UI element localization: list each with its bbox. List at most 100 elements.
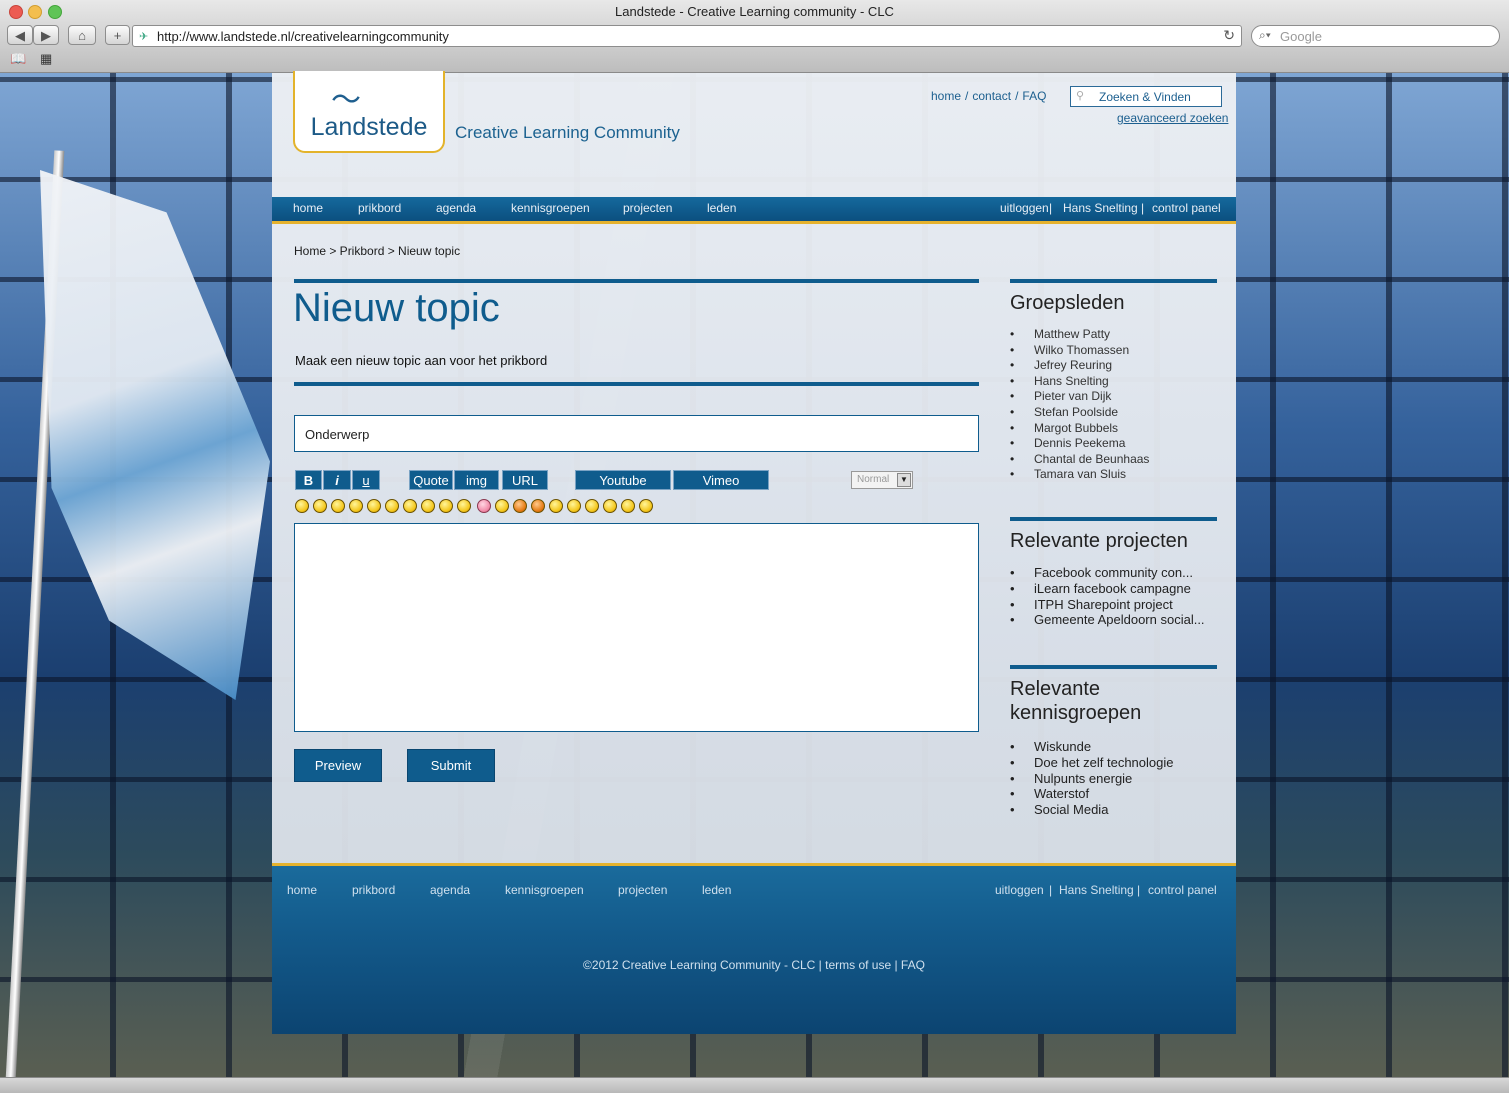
idea-icon[interactable] [621, 499, 635, 513]
smiley-icon[interactable] [567, 499, 581, 513]
project-item[interactable]: Facebook community con... [1010, 565, 1205, 581]
arrow-right-icon[interactable] [639, 499, 653, 513]
top-link-contact[interactable]: contact [972, 89, 1011, 103]
member-item[interactable]: Hans Snelting [1010, 374, 1149, 390]
group-item[interactable]: Doe het zelf technologie [1010, 755, 1173, 771]
member-item[interactable]: Stefan Poolside [1010, 405, 1149, 421]
nav-prikbord[interactable]: prikbord [358, 201, 401, 215]
member-item[interactable]: Jefrey Reuring [1010, 358, 1149, 374]
top-sites-grid-icon[interactable]: ▦ [40, 51, 52, 67]
nav-projecten[interactable]: projecten [623, 201, 672, 215]
browser-search-input[interactable]: ⌕▾ Google [1251, 25, 1500, 47]
browser-status-bar [0, 1077, 1509, 1093]
smiley-icon[interactable] [421, 499, 435, 513]
subject-input[interactable]: Onderwerp [294, 415, 979, 452]
member-item[interactable]: Tamara van Sluis [1010, 467, 1149, 483]
smiley-icon[interactable] [403, 499, 417, 513]
exclamation-icon[interactable] [585, 499, 599, 513]
forward-button[interactable]: ▶ [33, 25, 59, 45]
project-item[interactable]: iLearn facebook campagne [1010, 581, 1205, 597]
footer-prikbord[interactable]: prikbord [352, 883, 395, 897]
question-icon[interactable] [603, 499, 617, 513]
member-item[interactable]: Dennis Peekema [1010, 436, 1149, 452]
nav-agenda[interactable]: agenda [436, 201, 476, 215]
devil-smiley-icon[interactable] [513, 499, 527, 513]
nav-control-panel[interactable]: control panel [1152, 201, 1221, 215]
message-textarea[interactable] [294, 523, 979, 732]
member-item[interactable]: Margot Bubbels [1010, 421, 1149, 437]
smiley-icon[interactable] [313, 499, 327, 513]
member-item[interactable]: Pieter van Dijk [1010, 389, 1149, 405]
member-item[interactable]: Chantal de Beunhaas [1010, 452, 1149, 468]
devil-smiley-icon[interactable] [531, 499, 545, 513]
advanced-search-link[interactable]: geavanceerd zoeken [1117, 111, 1228, 125]
landstede-logo[interactable]: 〜 Landstede [293, 71, 445, 153]
preview-button[interactable]: Preview [294, 749, 382, 782]
back-arrow-icon: ◀ [15, 28, 25, 43]
reload-icon[interactable]: ↻ [1223, 27, 1235, 44]
nav-kennisgroepen[interactable]: kennisgroepen [511, 201, 590, 215]
footer-control-panel[interactable]: control panel [1148, 883, 1217, 897]
nav-leden[interactable]: leden [707, 201, 736, 215]
favicon-icon: ✈ [139, 31, 149, 43]
nav-uitloggen[interactable]: uitloggen [1000, 201, 1049, 215]
smiley-icon[interactable] [495, 499, 509, 513]
close-window-button[interactable] [9, 5, 23, 19]
add-bookmark-button[interactable]: + [105, 25, 130, 45]
project-item[interactable]: Gemeente Apeldoorn social... [1010, 612, 1205, 628]
underline-button[interactable]: u [352, 470, 380, 490]
zoom-window-button[interactable] [48, 5, 62, 19]
quote-button[interactable]: Quote [409, 470, 453, 490]
logo-text: Landstede [310, 113, 428, 141]
search-icon: ⚲ [1076, 90, 1085, 102]
footer-kennisgroepen[interactable]: kennisgroepen [505, 883, 584, 897]
back-button[interactable]: ◀ [7, 25, 33, 45]
members-rule [1010, 279, 1217, 283]
member-item[interactable]: Matthew Patty [1010, 327, 1149, 343]
address-bar[interactable]: ✈ http://www.landstede.nl/creativelearni… [132, 25, 1242, 47]
group-item[interactable]: Wiskunde [1010, 739, 1173, 755]
smiley-icon[interactable] [349, 499, 363, 513]
browser-chrome: Landstede - Creative Learning community … [0, 0, 1509, 73]
group-item[interactable]: Social Media [1010, 802, 1173, 818]
browser-search-placeholder: Google [1280, 29, 1322, 44]
footer-projecten[interactable]: projecten [618, 883, 667, 897]
member-item[interactable]: Wilko Thomassen [1010, 343, 1149, 359]
nav-home[interactable]: home [293, 201, 323, 215]
home-button[interactable]: ⌂ [68, 25, 96, 45]
project-item[interactable]: ITPH Sharepoint project [1010, 597, 1205, 613]
footer-agenda[interactable]: agenda [430, 883, 470, 897]
footer-user-name[interactable]: Hans Snelting [1059, 883, 1134, 897]
submit-button[interactable]: Submit [407, 749, 495, 782]
group-item[interactable]: Nulpunts energie [1010, 771, 1173, 787]
pig-smiley-icon[interactable] [477, 499, 491, 513]
group-item[interactable]: Waterstof [1010, 786, 1173, 802]
footer-leden[interactable]: leden [702, 883, 731, 897]
top-link-home[interactable]: home [931, 89, 961, 103]
footer-uitloggen[interactable]: uitloggen [995, 883, 1044, 897]
top-link-faq[interactable]: FAQ [1022, 89, 1046, 103]
minimize-window-button[interactable] [28, 5, 42, 19]
url-button[interactable]: URL [502, 470, 548, 490]
chevron-down-icon: ▼ [897, 473, 911, 487]
projects-list: Facebook community con... iLearn faceboo… [1010, 565, 1205, 628]
vimeo-button[interactable]: Vimeo [673, 470, 769, 490]
youtube-button[interactable]: Youtube [575, 470, 671, 490]
italic-button[interactable]: i [323, 470, 351, 490]
smiley-icon[interactable] [385, 499, 399, 513]
smiley-icon[interactable] [549, 499, 563, 513]
smiley-icon[interactable] [331, 499, 345, 513]
smiley-icon[interactable] [367, 499, 381, 513]
smiley-icon[interactable] [457, 499, 471, 513]
site-search-input[interactable]: ⚲ Zoeken & Vinden [1070, 86, 1222, 107]
img-button[interactable]: img [454, 470, 499, 490]
font-size-select[interactable]: Normal ▼ [851, 471, 913, 489]
smiley-icon[interactable] [439, 499, 453, 513]
footer-home[interactable]: home [287, 883, 317, 897]
url-text: http://www.landstede.nl/creativelearning… [157, 29, 449, 44]
bold-button[interactable]: B [295, 470, 322, 490]
bookmarks-book-icon[interactable]: 📖 [10, 51, 26, 67]
nav-user-name[interactable]: Hans Snelting [1063, 201, 1138, 215]
page-body: 〜 Landstede Creative Learning Community … [272, 71, 1236, 863]
smiley-icon[interactable] [295, 499, 309, 513]
